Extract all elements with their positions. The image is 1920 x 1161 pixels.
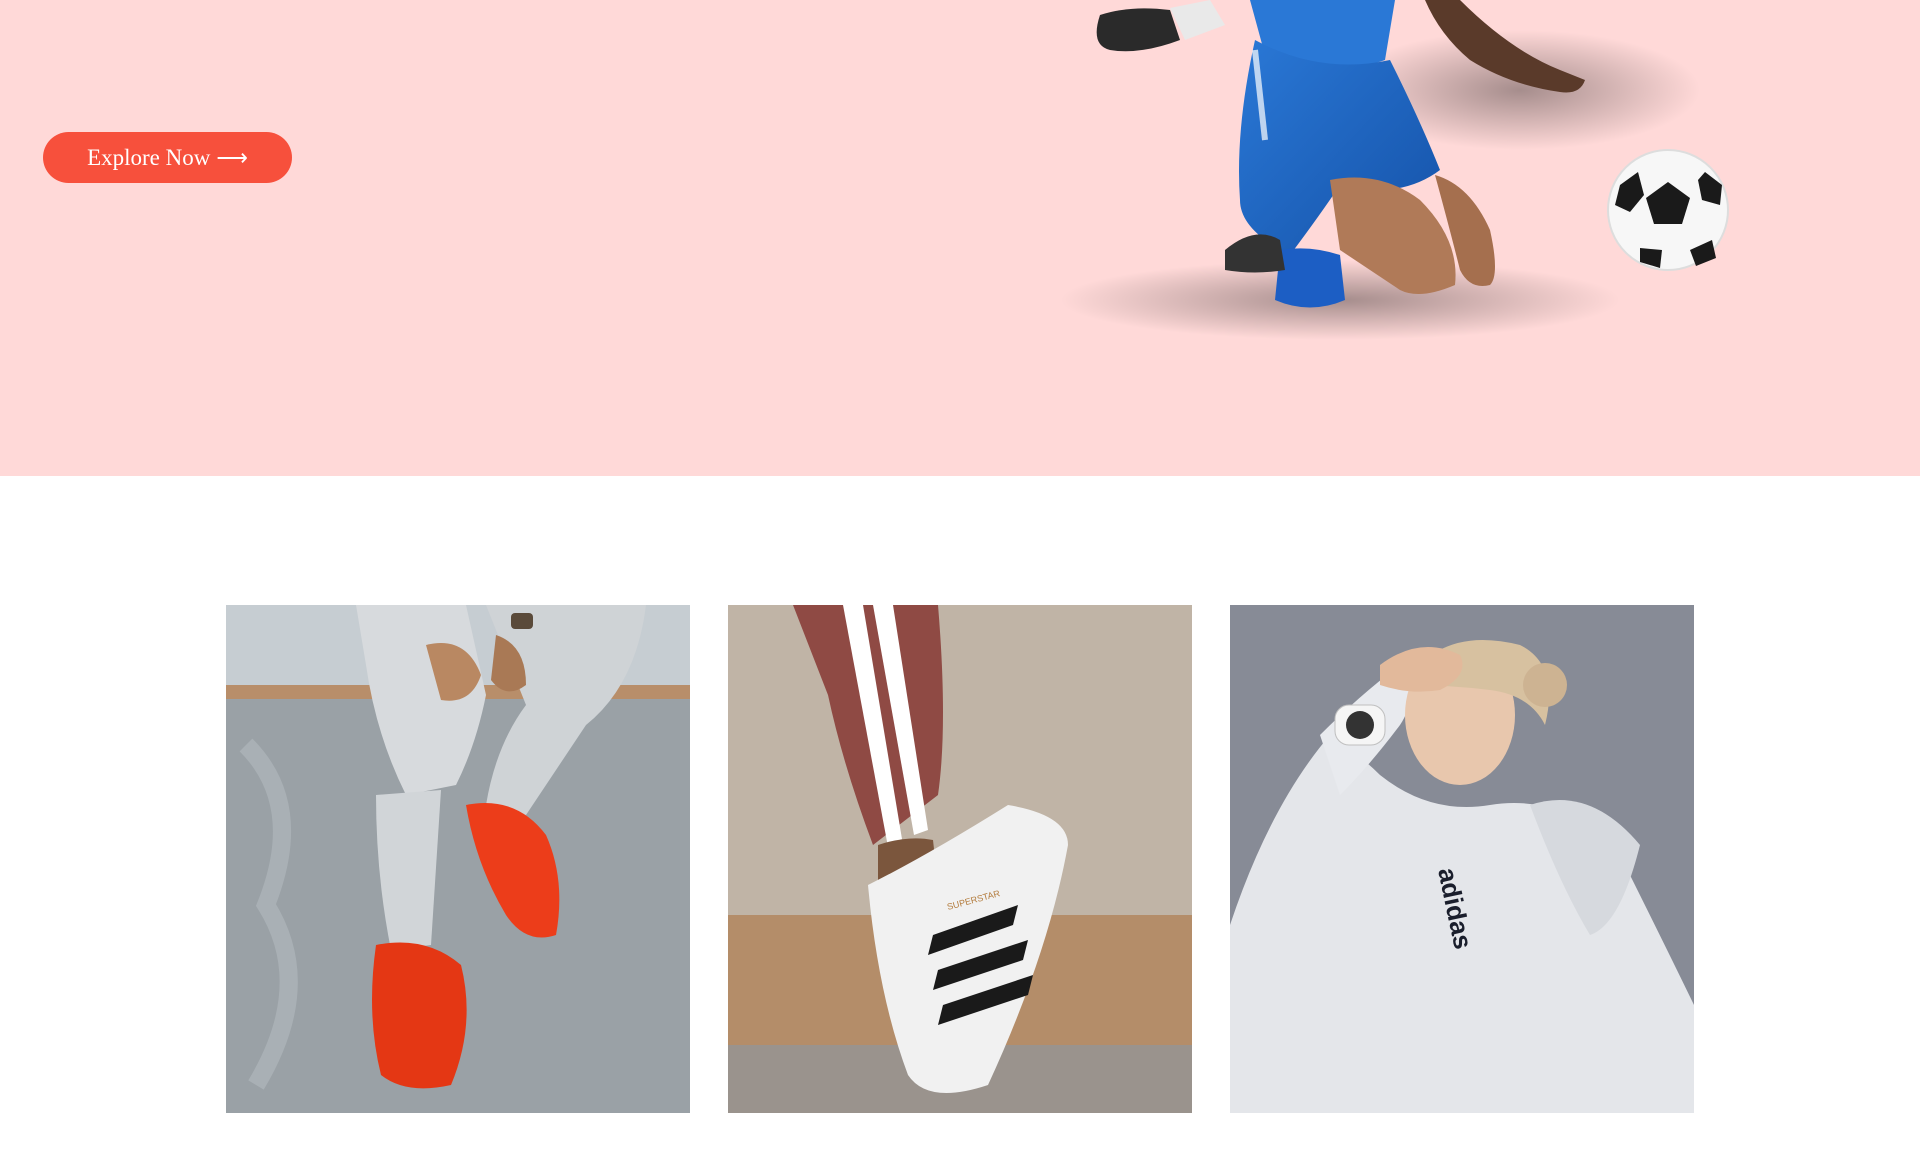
red-sneakers-image — [226, 605, 690, 1113]
gallery-tile-red-sneakers[interactable] — [226, 605, 690, 1113]
explore-now-label: Explore Now — [87, 144, 211, 170]
superstar-sneaker-image: SUPERSTAR — [728, 605, 1192, 1113]
arrow-right-icon: ⟶ — [216, 144, 248, 170]
gallery-tile-superstar-sneaker[interactable]: SUPERSTAR — [728, 605, 1192, 1113]
soccer-player-image — [1060, 0, 1729, 340]
hoodie-woman-image: adidas — [1230, 605, 1694, 1113]
gallery-tile-hoodie-woman[interactable]: adidas — [1230, 605, 1694, 1113]
product-gallery: SUPERSTAR adidas — [226, 605, 1694, 1113]
hero-banner: Explore Now ⟶ — [0, 0, 1920, 476]
explore-now-button[interactable]: Explore Now ⟶ — [43, 132, 292, 183]
